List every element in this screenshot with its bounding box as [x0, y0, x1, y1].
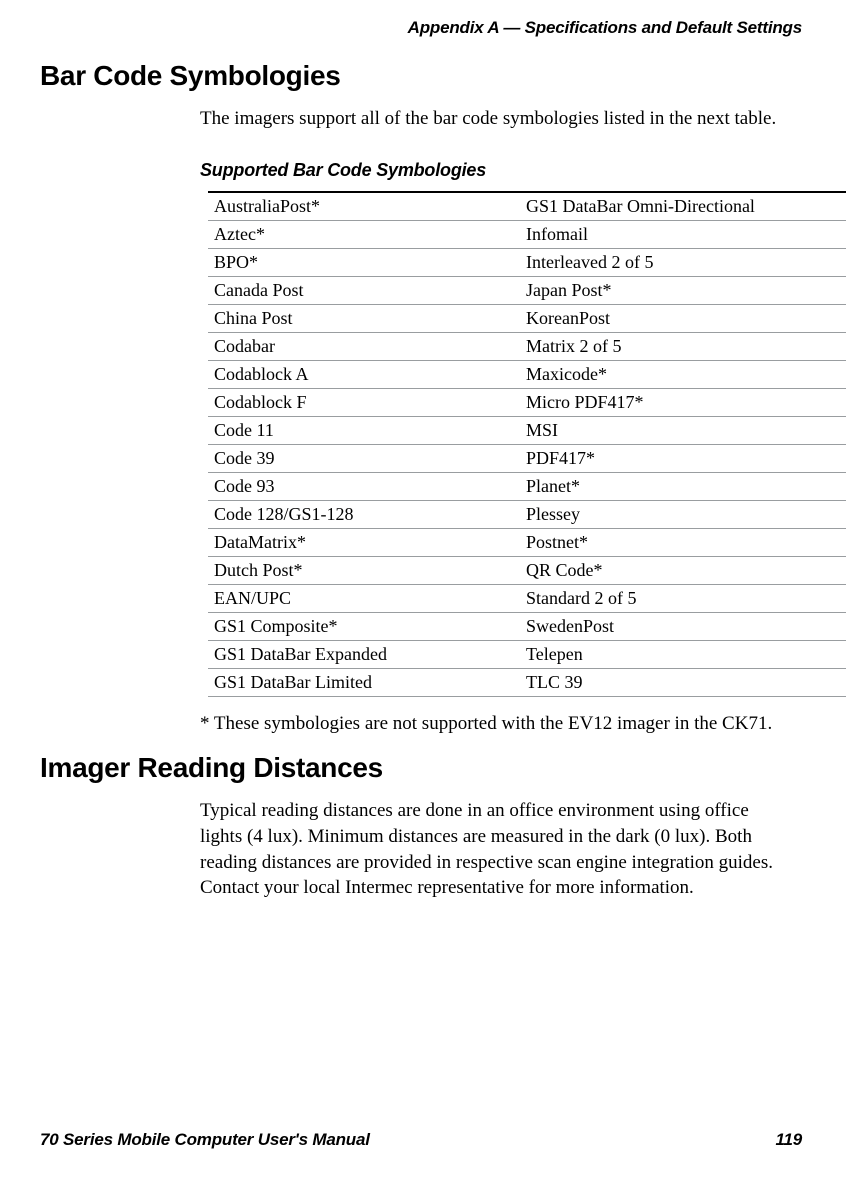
footer-manual-title: 70 Series Mobile Computer User's Manual — [40, 1130, 370, 1150]
table-row: Code 128/GS1-128 Plessey — [208, 501, 846, 529]
table-row: Codablock A Maxicode* — [208, 361, 846, 389]
section2-paragraph: Typical reading distances are done in an… — [200, 798, 780, 901]
table-cell: Canada Post — [208, 277, 520, 304]
table-cell: KoreanPost — [520, 305, 846, 332]
table-cell: Japan Post* — [520, 277, 846, 304]
running-header: Appendix A — Specifications and Default … — [40, 18, 802, 38]
table-row: Code 93 Planet* — [208, 473, 846, 501]
table-cell: Matrix 2 of 5 — [520, 333, 846, 360]
table-cell: Aztec* — [208, 221, 520, 248]
table-cell: Codablock A — [208, 361, 520, 388]
table-cell: GS1 DataBar Expanded — [208, 641, 520, 668]
section1-intro: The imagers support all of the bar code … — [200, 106, 802, 132]
table-cell: Postnet* — [520, 529, 846, 556]
table-cell: Dutch Post* — [208, 557, 520, 584]
table-cell: Micro PDF417* — [520, 389, 846, 416]
table-cell: Maxicode* — [520, 361, 846, 388]
table-row: China Post KoreanPost — [208, 305, 846, 333]
table-row: AustraliaPost* GS1 DataBar Omni-Directio… — [208, 193, 846, 221]
page-number: 119 — [775, 1130, 810, 1150]
table-row: Codabar Matrix 2 of 5 — [208, 333, 846, 361]
table-row: EAN/UPC Standard 2 of 5 — [208, 585, 846, 613]
table-cell: China Post — [208, 305, 520, 332]
table-cell: Codablock F — [208, 389, 520, 416]
table-title: Supported Bar Code Symbologies — [200, 160, 810, 181]
table-row: Code 39 PDF417* — [208, 445, 846, 473]
table-row: GS1 DataBar Limited TLC 39 — [208, 669, 846, 697]
table-row: GS1 DataBar Expanded Telepen — [208, 641, 846, 669]
table-cell: Code 93 — [208, 473, 520, 500]
page-content: Appendix A — Specifications and Default … — [0, 0, 850, 1178]
table-cell: Plessey — [520, 501, 846, 528]
table-row: GS1 Composite* SwedenPost — [208, 613, 846, 641]
table-row: BPO* Interleaved 2 of 5 — [208, 249, 846, 277]
table-cell: AustraliaPost* — [208, 193, 520, 220]
table-row: Canada Post Japan Post* — [208, 277, 846, 305]
table-cell: Code 39 — [208, 445, 520, 472]
section-heading-barcode-symbologies: Bar Code Symbologies — [40, 60, 810, 92]
table-cell: GS1 DataBar Limited — [208, 669, 520, 696]
symbologies-table: AustraliaPost* GS1 DataBar Omni-Directio… — [208, 191, 846, 697]
table-cell: Code 11 — [208, 417, 520, 444]
table-cell: Codabar — [208, 333, 520, 360]
table-cell: PDF417* — [520, 445, 846, 472]
table-cell: QR Code* — [520, 557, 846, 584]
table-cell: Interleaved 2 of 5 — [520, 249, 846, 276]
table-cell: GS1 DataBar Omni-Directional — [520, 193, 846, 220]
table-cell: DataMatrix* — [208, 529, 520, 556]
table-cell: TLC 39 — [520, 669, 846, 696]
table-cell: Infomail — [520, 221, 846, 248]
table-cell: MSI — [520, 417, 846, 444]
table-cell: SwedenPost — [520, 613, 846, 640]
table-cell: Telepen — [520, 641, 846, 668]
table-cell: EAN/UPC — [208, 585, 520, 612]
section-heading-imager-reading-distances: Imager Reading Distances — [40, 752, 810, 784]
table-row: DataMatrix* Postnet* — [208, 529, 846, 557]
table-row: Dutch Post* QR Code* — [208, 557, 846, 585]
table-footnote: * These symbologies are not supported wi… — [200, 711, 780, 737]
table-cell: Code 128/GS1-128 — [208, 501, 520, 528]
table-row: Code 11 MSI — [208, 417, 846, 445]
table-row: Aztec* Infomail — [208, 221, 846, 249]
table-cell: GS1 Composite* — [208, 613, 520, 640]
table-cell: BPO* — [208, 249, 520, 276]
page-footer: 70 Series Mobile Computer User's Manual … — [40, 1130, 810, 1150]
table-cell: Standard 2 of 5 — [520, 585, 846, 612]
table-row: Codablock F Micro PDF417* — [208, 389, 846, 417]
table-cell: Planet* — [520, 473, 846, 500]
